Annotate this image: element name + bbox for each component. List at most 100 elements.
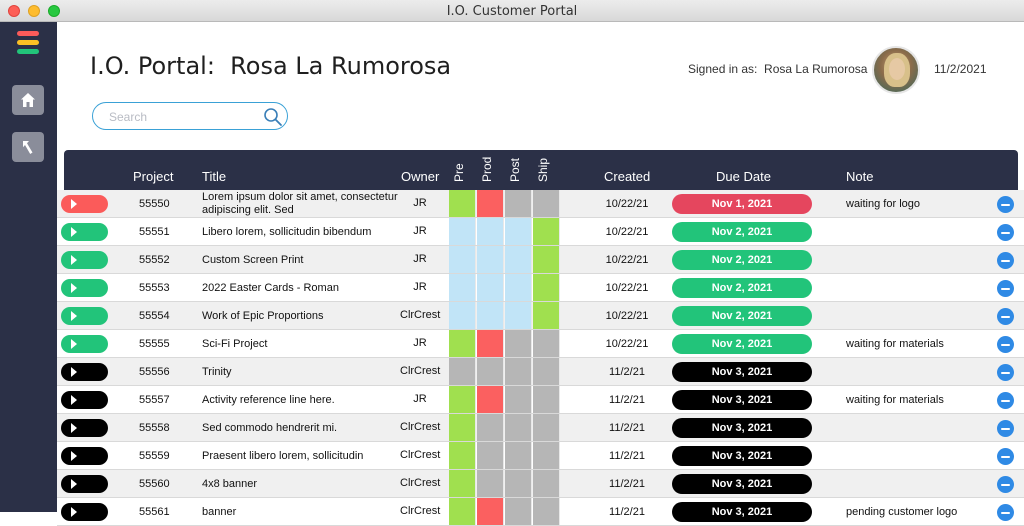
back-arrow-icon — [23, 141, 33, 154]
project-owner: JR — [413, 393, 427, 405]
stage-ship-cell — [533, 358, 560, 385]
due-date-badge: Nov 3, 2021 — [672, 362, 812, 382]
table-row[interactable]: 55561 banner ClrCrest 11/2/21 Nov 3, 2021 pen… — [57, 498, 1024, 526]
minus-circle-icon[interactable] — [997, 196, 1014, 213]
search-icon[interactable] — [263, 107, 283, 127]
stage-pre-cell — [449, 330, 476, 357]
column-header-owner[interactable]: Owner — [401, 169, 439, 184]
open-project-button[interactable] — [61, 335, 108, 353]
stage-pre-cell — [449, 246, 476, 273]
minus-circle-icon[interactable] — [997, 252, 1014, 269]
open-project-button[interactable] — [61, 363, 108, 381]
due-date-badge: Nov 2, 2021 — [672, 306, 812, 326]
column-header-note[interactable]: Note — [846, 169, 873, 184]
open-project-button[interactable] — [61, 447, 108, 465]
stage-ship-cell — [533, 414, 560, 441]
project-number: 55552 — [139, 254, 170, 266]
open-project-button[interactable] — [61, 307, 108, 325]
stage-pre-cell — [449, 414, 476, 441]
stage-ship-cell — [533, 246, 560, 273]
stage-pre-cell — [449, 218, 476, 245]
table-row[interactable]: 55554 Work of Epic Proportions ClrCrest 10/… — [57, 302, 1024, 330]
table-row[interactable]: 55555 Sci-Fi Project JR 10/22/21 Nov 2, 2021… — [57, 330, 1024, 358]
project-title: Libero lorem, sollicitudin bibendum — [202, 226, 372, 238]
back-button[interactable] — [12, 132, 44, 162]
project-owner: ClrCrest — [400, 309, 441, 321]
play-icon — [71, 395, 77, 405]
minus-circle-icon[interactable] — [997, 420, 1014, 437]
table-row[interactable]: 55550 Lorem ipsum dolor sit amet, consect… — [57, 190, 1024, 218]
project-title: Trinity — [202, 366, 232, 378]
table-row[interactable]: 55560 4x8 banner ClrCrest 11/2/21 Nov 3, 202… — [57, 470, 1024, 498]
open-project-button[interactable] — [61, 251, 108, 269]
column-header-project[interactable]: Project — [133, 169, 173, 184]
created-date: 11/2/21 — [609, 366, 645, 378]
home-button[interactable] — [12, 85, 44, 115]
open-project-button[interactable] — [61, 475, 108, 493]
minus-circle-icon[interactable] — [997, 280, 1014, 297]
stage-post-cell — [505, 442, 532, 469]
column-header-title[interactable]: Title — [202, 169, 226, 184]
stage-prod-cell — [477, 358, 504, 385]
table-row[interactable]: 55553 2022 Easter Cards - Roman JR 10/22/21… — [57, 274, 1024, 302]
open-project-button[interactable] — [61, 195, 108, 213]
column-header-post: Post — [508, 157, 522, 182]
due-date-badge: Nov 1, 2021 — [672, 194, 812, 214]
table-row[interactable]: 55557 Activity reference line here. JR 11/2… — [57, 386, 1024, 414]
open-project-button[interactable] — [61, 223, 108, 241]
stage-prod-cell — [477, 386, 504, 413]
column-header-due-date[interactable]: Due Date — [716, 169, 771, 184]
stage-pre-cell — [449, 386, 476, 413]
hamburger-menu-icon[interactable] — [17, 31, 39, 57]
project-number: 55555 — [139, 338, 170, 350]
project-owner: JR — [413, 197, 427, 209]
stage-post-cell — [505, 274, 532, 301]
project-number: 55551 — [139, 226, 170, 238]
play-icon — [71, 283, 77, 293]
created-date: 11/2/21 — [609, 450, 645, 462]
stage-prod-cell — [477, 246, 504, 273]
minus-circle-icon[interactable] — [997, 308, 1014, 325]
table-row[interactable]: 55559 Praesent libero lorem, sollicitudin… — [57, 442, 1024, 470]
project-owner: JR — [413, 225, 427, 237]
minus-circle-icon[interactable] — [997, 336, 1014, 353]
minus-circle-icon[interactable] — [997, 364, 1014, 381]
open-project-button[interactable] — [61, 419, 108, 437]
project-note: waiting for materials — [846, 338, 944, 350]
created-date: 10/22/21 — [605, 338, 649, 350]
stage-ship-cell — [533, 470, 560, 497]
project-note: waiting for materials — [846, 394, 944, 406]
stage-post-cell — [505, 358, 532, 385]
created-date: 10/22/21 — [605, 226, 649, 238]
open-project-button[interactable] — [61, 503, 108, 521]
minus-circle-icon[interactable] — [997, 448, 1014, 465]
project-title: Sci-Fi Project — [202, 338, 268, 350]
created-date: 11/2/21 — [609, 506, 645, 518]
table-row[interactable]: 55556 Trinity ClrCrest 11/2/21 Nov 3, 2021 — [57, 358, 1024, 386]
column-header-created[interactable]: Created — [604, 169, 650, 184]
avatar[interactable] — [872, 46, 920, 94]
project-number: 55557 — [139, 394, 170, 406]
open-project-button[interactable] — [61, 391, 108, 409]
table-row[interactable]: 55552 Custom Screen Print JR 10/22/21 Nov 2,… — [57, 246, 1024, 274]
home-icon — [21, 93, 35, 107]
due-date-badge: Nov 3, 2021 — [672, 474, 812, 494]
minus-circle-icon[interactable] — [997, 224, 1014, 241]
minus-circle-icon[interactable] — [997, 504, 1014, 521]
table-row[interactable]: 55558 Sed commodo hendrerit mi. ClrCrest 11… — [57, 414, 1024, 442]
due-date-badge: Nov 2, 2021 — [672, 222, 812, 242]
project-number: 55558 — [139, 422, 170, 434]
search-input[interactable] — [109, 108, 259, 126]
minus-circle-icon[interactable] — [997, 476, 1014, 493]
open-project-button[interactable] — [61, 279, 108, 297]
play-icon — [71, 339, 77, 349]
stage-ship-cell — [533, 274, 560, 301]
stage-prod-cell — [477, 274, 504, 301]
stage-ship-cell — [533, 302, 560, 329]
due-date-badge: Nov 3, 2021 — [672, 446, 812, 466]
table-row[interactable]: 55551 Libero lorem, sollicitudin bibendum… — [57, 218, 1024, 246]
project-owner: ClrCrest — [400, 477, 441, 489]
project-note: pending customer logo — [846, 506, 958, 518]
play-icon — [71, 367, 77, 377]
minus-circle-icon[interactable] — [997, 392, 1014, 409]
